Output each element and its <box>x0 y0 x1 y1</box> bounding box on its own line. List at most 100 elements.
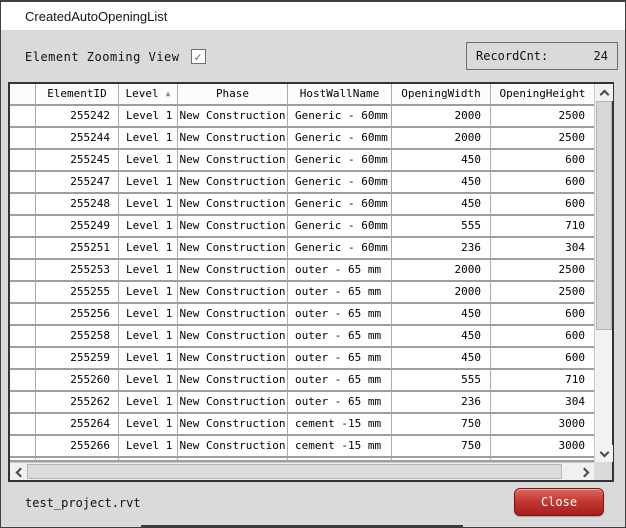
cell-openingheight[interactable]: 710 <box>491 216 594 238</box>
cell-phase[interactable]: New Construction <box>178 238 288 260</box>
cell-level[interactable]: Level 1 <box>119 238 178 260</box>
cell-level[interactable]: Level 1 <box>119 128 178 150</box>
cell-phase[interactable]: New Construction <box>178 216 288 238</box>
cell-level[interactable]: Level 1 <box>119 172 178 194</box>
cell-level[interactable]: Level 1 <box>119 370 178 392</box>
cell-openingwidth[interactable]: 450 <box>392 326 491 348</box>
close-button[interactable]: Close <box>514 488 604 516</box>
cell-elementid[interactable]: 255259 <box>36 348 119 370</box>
title-bar[interactable]: CreatedAutoOpeningList <box>1 2 625 30</box>
cell-openingwidth[interactable]: 2000 <box>392 128 491 150</box>
table-row[interactable]: 255244 Level 1 New Construction Generic - 6… <box>10 128 594 150</box>
cell-elementid[interactable]: 255256 <box>36 304 119 326</box>
cell-openingwidth[interactable]: 555 <box>392 370 491 392</box>
column-header-level[interactable]: Level ▲ <box>119 84 178 106</box>
cell-level[interactable]: Level 1 <box>119 216 178 238</box>
table-row[interactable]: 255249 Level 1 New Construction Generic - 6… <box>10 216 594 238</box>
cell-openingheight[interactable]: 2500 <box>491 260 594 282</box>
cell-level[interactable]: Level 1 <box>119 392 178 414</box>
cell-openingheight[interactable]: 600 <box>491 172 594 194</box>
corner-header-cell[interactable] <box>10 84 36 106</box>
cell-phase[interactable]: New Construction <box>178 414 288 436</box>
scroll-right-button[interactable] <box>577 463 594 481</box>
table-row[interactable]: 255247 Level 1 New Construction Generic - 6… <box>10 172 594 194</box>
cell-hostwallname[interactable]: Generic - 60mm <box>288 150 392 172</box>
cell-hostwallname[interactable]: Generic - 60mm <box>288 106 392 128</box>
cell-openingwidth[interactable]: 236 <box>392 238 491 260</box>
cell-level[interactable]: Level 1 <box>119 106 178 128</box>
cell-phase[interactable]: New Construction <box>178 150 288 172</box>
cell-hostwallname[interactable]: Generic - 60mm <box>288 216 392 238</box>
table-row[interactable]: 255245 Level 1 New Construction Generic - 6… <box>10 150 594 172</box>
vertical-scroll-thumb[interactable] <box>596 101 612 330</box>
cell-openingwidth[interactable]: 450 <box>392 304 491 326</box>
cell-openingheight[interactable]: 600 <box>491 150 594 172</box>
cell-hostwallname[interactable]: Generic - 60mm <box>288 128 392 150</box>
column-header-elementid[interactable]: ElementID <box>36 84 119 106</box>
cell-elementid[interactable]: 255251 <box>36 238 119 260</box>
cell-hostwallname[interactable]: outer - 65 mm <box>288 304 392 326</box>
table-row[interactable]: 255256 Level 1 New Construction outer - 65 … <box>10 304 594 326</box>
cell-level[interactable]: Level 1 <box>119 194 178 216</box>
row-header-cell[interactable] <box>10 348 36 370</box>
cell-openingwidth[interactable]: 450 <box>392 348 491 370</box>
column-header-hostwallname[interactable]: HostWallName <box>288 84 392 106</box>
cell-phase[interactable]: New Construction <box>178 282 288 304</box>
cell-openingheight[interactable]: 710 <box>491 370 594 392</box>
table-row[interactable]: 255255 Level 1 New Construction outer - 65 … <box>10 282 594 304</box>
horizontal-scrollbar[interactable] <box>10 462 594 480</box>
row-header-cell[interactable] <box>10 392 36 414</box>
column-header-phase[interactable]: Phase <box>178 84 288 106</box>
table-row[interactable]: 255266 Level 1 New Construction cement -15 … <box>10 436 594 458</box>
cell-openingheight[interactable]: 600 <box>491 326 594 348</box>
table-row[interactable]: 255251 Level 1 New Construction Generic - 6… <box>10 238 594 260</box>
cell-hostwallname[interactable]: Generic - 60mm <box>288 194 392 216</box>
cell-hostwallname[interactable]: outer - 65 mm <box>288 282 392 304</box>
cell-phase[interactable]: New Construction <box>178 326 288 348</box>
cell-phase[interactable]: New Construction <box>178 106 288 128</box>
cell-openingwidth[interactable]: 555 <box>392 216 491 238</box>
table-row[interactable]: 255260 Level 1 New Construction outer - 65 … <box>10 370 594 392</box>
cell-openingwidth[interactable]: 450 <box>392 172 491 194</box>
cell-hostwallname[interactable]: cement -15 mm <box>288 436 392 458</box>
cell-elementid[interactable]: 255249 <box>36 216 119 238</box>
vertical-scrollbar[interactable] <box>594 84 613 462</box>
scroll-up-button[interactable] <box>595 84 613 101</box>
table-row[interactable]: 255259 Level 1 New Construction outer - 65 … <box>10 348 594 370</box>
row-header-cell[interactable] <box>10 326 36 348</box>
row-header-cell[interactable] <box>10 172 36 194</box>
cell-level[interactable]: Level 1 <box>119 282 178 304</box>
cell-level[interactable]: Level 1 <box>119 150 178 172</box>
row-header-cell[interactable] <box>10 216 36 238</box>
row-header-cell[interactable] <box>10 194 36 216</box>
cell-elementid[interactable]: 255245 <box>36 150 119 172</box>
cell-elementid[interactable]: 255264 <box>36 414 119 436</box>
cell-elementid[interactable]: 255260 <box>36 370 119 392</box>
cell-phase[interactable]: New Construction <box>178 128 288 150</box>
cell-hostwallname[interactable]: Generic - 60mm <box>288 172 392 194</box>
cell-elementid[interactable]: 255244 <box>36 128 119 150</box>
cell-elementid[interactable]: 255242 <box>36 106 119 128</box>
cell-openingheight[interactable]: 304 <box>491 392 594 414</box>
cell-level[interactable]: Level 1 <box>119 326 178 348</box>
row-header-cell[interactable] <box>10 150 36 172</box>
cell-elementid[interactable]: 255266 <box>36 436 119 458</box>
cell-openingheight[interactable]: 600 <box>491 348 594 370</box>
scroll-left-button[interactable] <box>10 463 27 481</box>
cell-openingwidth[interactable]: 236 <box>392 392 491 414</box>
cell-openingheight[interactable]: 600 <box>491 304 594 326</box>
row-header-cell[interactable] <box>10 260 36 282</box>
cell-phase[interactable]: New Construction <box>178 370 288 392</box>
cell-openingwidth[interactable]: 750 <box>392 414 491 436</box>
cell-openingheight[interactable]: 3000 <box>491 414 594 436</box>
cell-openingheight[interactable]: 2500 <box>491 106 594 128</box>
cell-openingheight[interactable]: 2500 <box>491 128 594 150</box>
row-header-cell[interactable] <box>10 282 36 304</box>
cell-openingheight[interactable]: 3000 <box>491 436 594 458</box>
scroll-down-button[interactable] <box>595 445 613 462</box>
row-header-cell[interactable] <box>10 106 36 128</box>
cell-phase[interactable]: New Construction <box>178 172 288 194</box>
cell-elementid[interactable]: 255253 <box>36 260 119 282</box>
cell-elementid[interactable]: 255262 <box>36 392 119 414</box>
cell-openingwidth[interactable]: 450 <box>392 194 491 216</box>
